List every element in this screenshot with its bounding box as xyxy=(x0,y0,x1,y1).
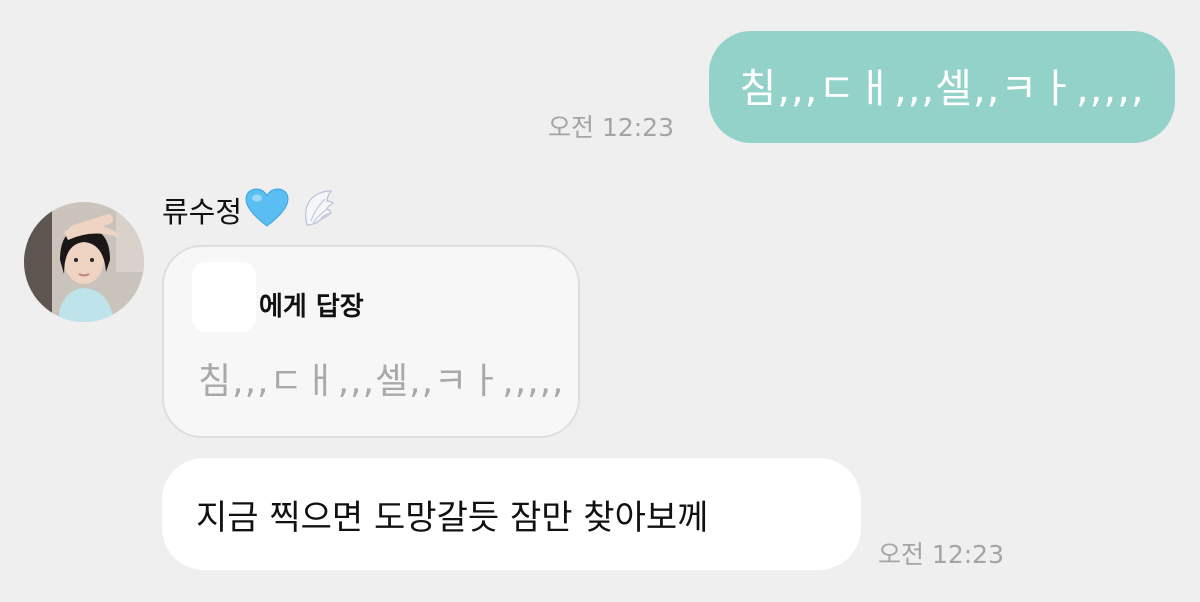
wing-icon xyxy=(301,189,335,231)
avatar[interactable] xyxy=(24,202,144,322)
received-message-bubble[interactable]: 지금 찍으면 도망갈듯 잠만 찾아보께 xyxy=(162,458,861,570)
redacted-recipient-name xyxy=(192,262,256,332)
sent-message-bubble[interactable]: 침,,,ㄷㅐ,,,셀,,ㅋㅏ,,,,, xyxy=(709,31,1175,143)
reply-to-label: 에게 답장 xyxy=(259,292,364,322)
light-blue-heart-icon xyxy=(245,188,289,232)
received-message-text: 지금 찍으면 도망갈듯 잠만 찾아보께 xyxy=(196,497,709,538)
avatar-photo xyxy=(24,202,144,322)
sender-name[interactable]: 류수정 xyxy=(162,189,242,231)
sent-message-timestamp: 오전 12:23 xyxy=(548,113,674,142)
received-message-timestamp: 오전 12:23 xyxy=(878,540,1004,569)
sent-message-text: 침,,,ㄷㅐ,,,셀,,ㅋㅏ,,,,, xyxy=(739,66,1145,112)
quoted-message-text: 침,,,ㄷㅐ,,,셀,,ㅋㅏ,,,,, xyxy=(198,361,565,402)
sender-row: 류수정 xyxy=(162,184,335,236)
